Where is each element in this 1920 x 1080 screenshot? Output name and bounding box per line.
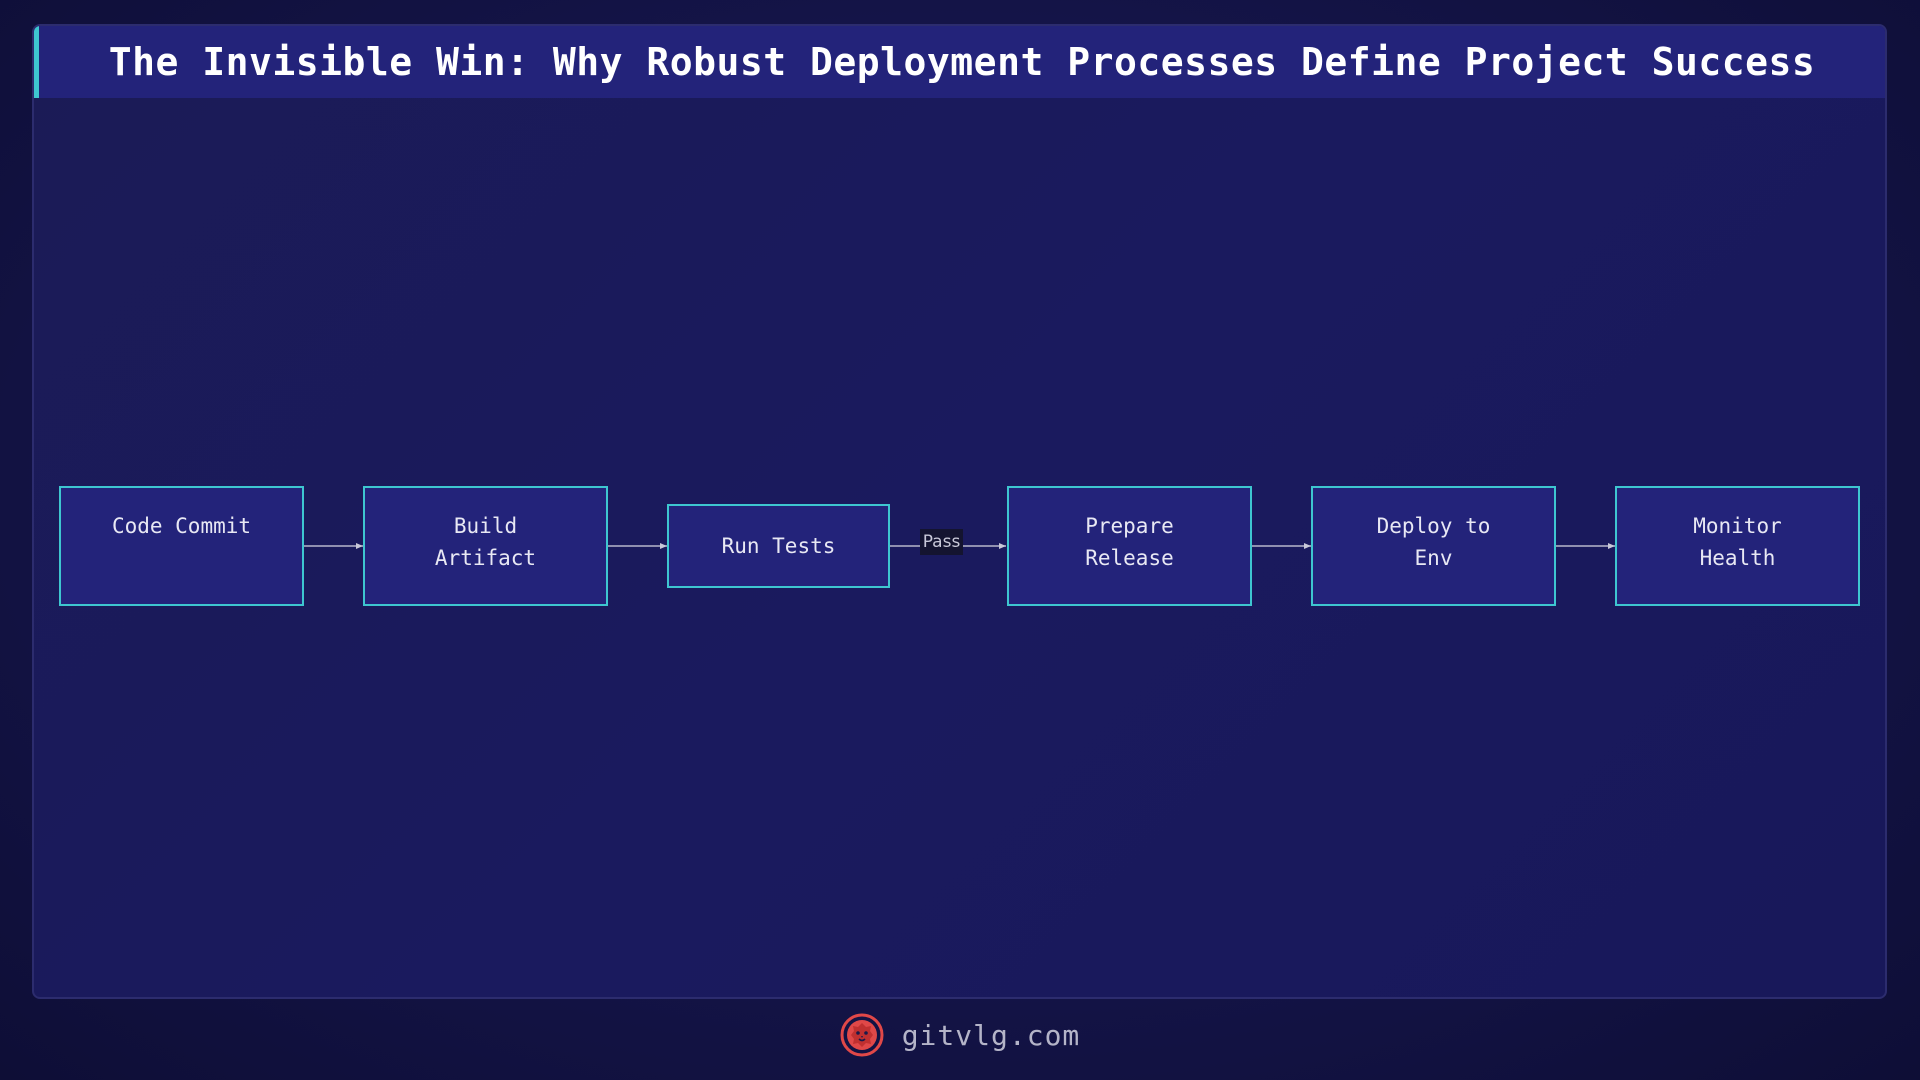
- node-run-tests[interactable]: Run Tests: [667, 504, 890, 588]
- node-code-commit[interactable]: Code Commit: [59, 486, 304, 606]
- lion-head-icon: [840, 1013, 884, 1057]
- edge-label-pass: Pass: [920, 529, 963, 555]
- node-deploy-to-env[interactable]: Deploy to Env: [1311, 486, 1556, 606]
- diagram-panel: The Invisible Win: Why Robust Deployment…: [32, 24, 1887, 999]
- node-build-artifact[interactable]: Build Artifact: [363, 486, 608, 606]
- node-monitor-health[interactable]: Monitor Health: [1615, 486, 1860, 606]
- footer: gitvlg.com: [0, 1010, 1920, 1060]
- title-bar: The Invisible Win: Why Robust Deployment…: [34, 26, 1885, 98]
- node-prepare-release[interactable]: Prepare Release: [1007, 486, 1252, 606]
- page-title: The Invisible Win: Why Robust Deployment…: [108, 40, 1816, 84]
- footer-site-link[interactable]: gitvlg.com: [902, 1019, 1081, 1052]
